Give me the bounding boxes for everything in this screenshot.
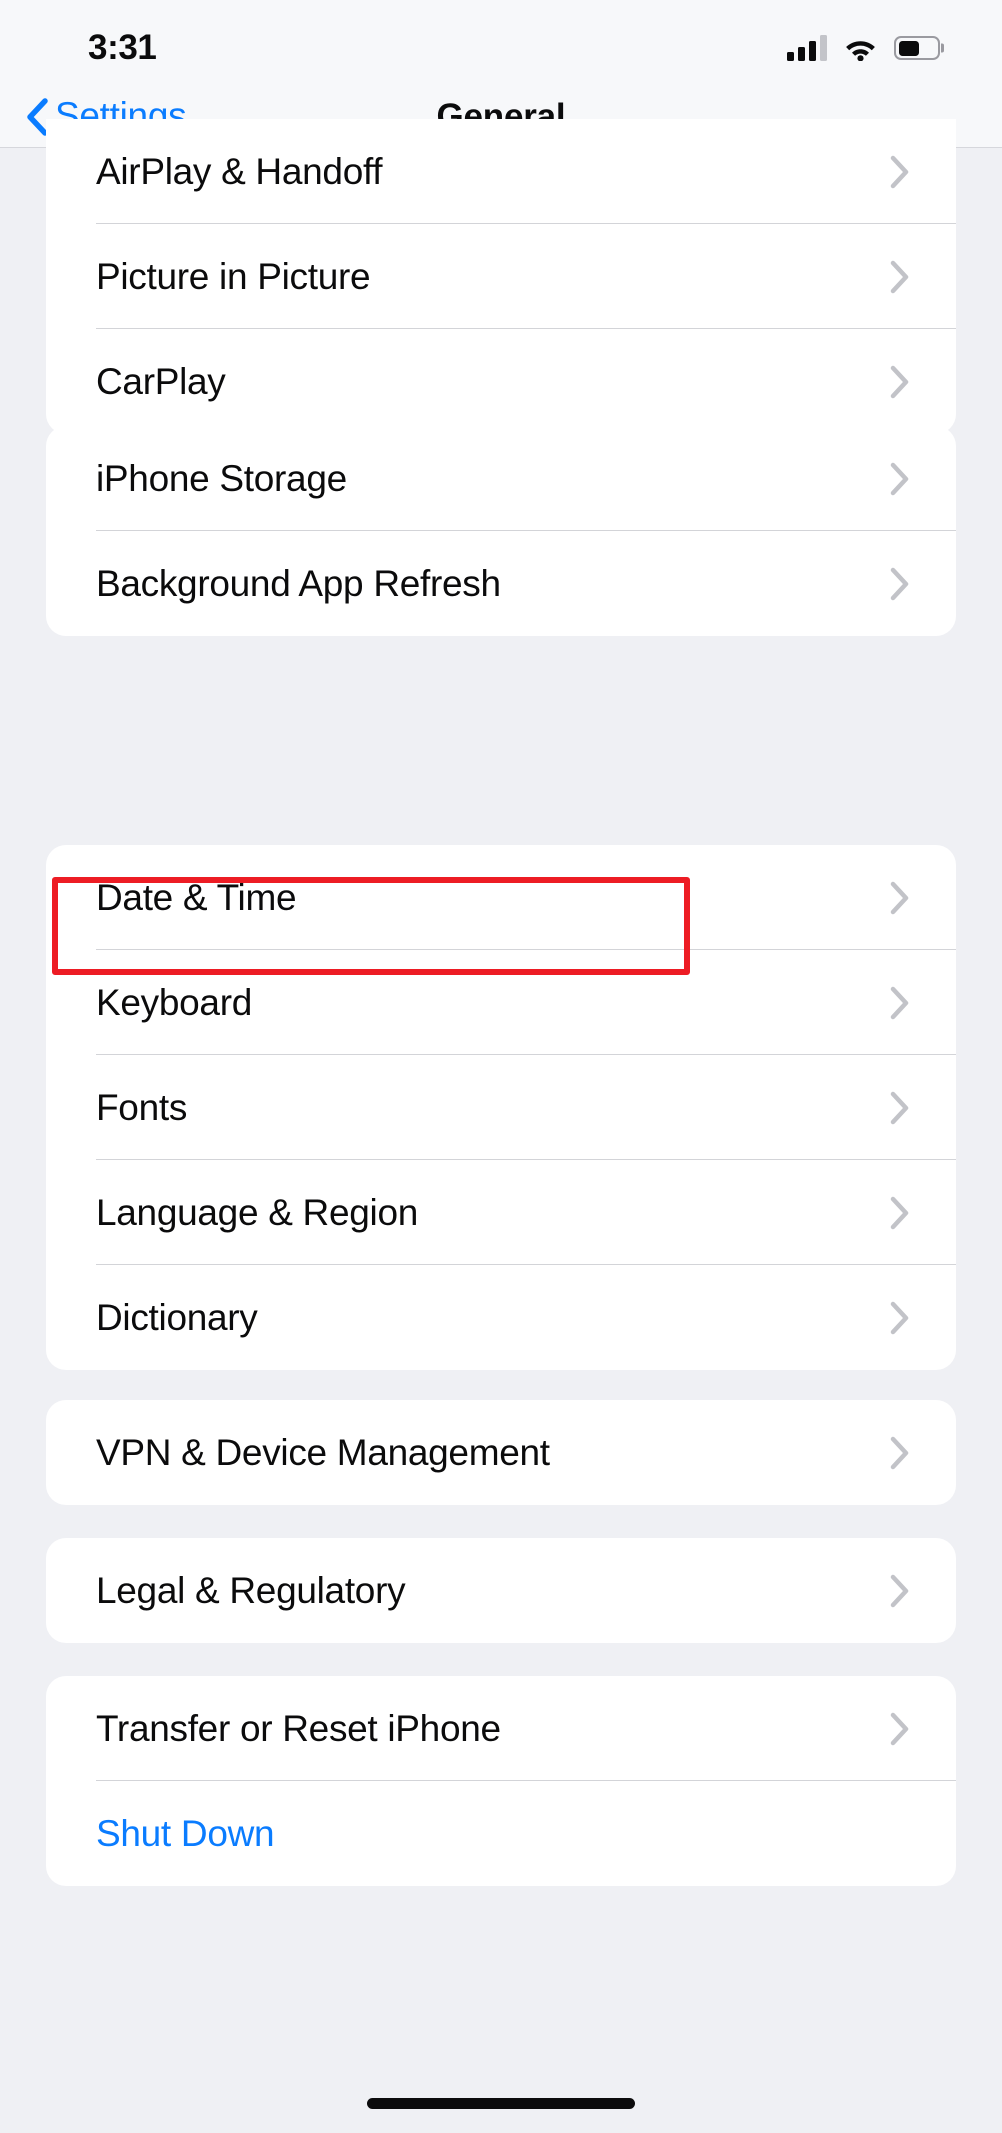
settings-row-label: Language & Region bbox=[96, 1191, 419, 1233]
settings-row-label: Fonts bbox=[96, 1086, 188, 1128]
settings-row[interactable]: Dictionary bbox=[46, 1265, 956, 1370]
status-bar-clock: 3:31 bbox=[88, 28, 157, 67]
settings-row[interactable]: Background App Refresh bbox=[46, 531, 956, 636]
settings-row[interactable]: Language & Region bbox=[46, 1160, 956, 1265]
vpn-group: VPN & Device Management bbox=[46, 1400, 956, 1505]
settings-row[interactable]: Transfer or Reset iPhone bbox=[46, 1676, 956, 1781]
settings-row-label: iPhone Storage bbox=[96, 457, 347, 499]
chevron-right-icon bbox=[890, 365, 910, 399]
settings-row[interactable]: Keyboard bbox=[46, 950, 956, 1055]
settings-row-label: Dictionary bbox=[96, 1296, 258, 1338]
settings-row-label: VPN & Device Management bbox=[96, 1431, 550, 1473]
settings-row-label: Picture in Picture bbox=[96, 255, 371, 297]
chevron-right-icon bbox=[890, 567, 910, 601]
system-preferences-group: Date & Time Keyboard Fonts Language & Regio… bbox=[46, 845, 956, 1370]
settings-row[interactable]: VPN & Device Management bbox=[46, 1400, 956, 1505]
chevron-right-icon bbox=[890, 1574, 910, 1608]
settings-row-label: Background App Refresh bbox=[96, 562, 501, 604]
settings-row-label: CarPlay bbox=[96, 360, 226, 402]
chevron-right-icon bbox=[890, 155, 910, 189]
chevron-right-icon bbox=[890, 881, 910, 915]
status-bar: 3:31 bbox=[0, 0, 1002, 86]
chevron-left-icon bbox=[26, 97, 48, 136]
legal-group: Legal & Regulatory bbox=[46, 1538, 956, 1643]
reset-group: Transfer or Reset iPhone Shut Down bbox=[46, 1676, 956, 1886]
iphone-settings-screen: 3:31 Settings General AirPlay & Handoff … bbox=[0, 0, 1002, 2133]
settings-row[interactable]: Shut Down bbox=[46, 1781, 956, 1886]
settings-row[interactable]: Fonts bbox=[46, 1055, 956, 1160]
settings-row-label: Legal & Regulatory bbox=[96, 1569, 406, 1611]
settings-row[interactable]: Date & Time bbox=[46, 845, 956, 950]
chevron-right-icon bbox=[890, 1301, 910, 1335]
storage-group: iPhone Storage Background App Refresh bbox=[46, 426, 956, 636]
chevron-right-icon bbox=[890, 1712, 910, 1746]
chevron-right-icon bbox=[890, 1196, 910, 1230]
chevron-right-icon bbox=[890, 260, 910, 294]
settings-row[interactable]: CarPlay bbox=[46, 329, 956, 434]
chevron-right-icon bbox=[890, 462, 910, 496]
settings-row-label: Shut Down bbox=[96, 1812, 275, 1854]
wifi-icon bbox=[844, 36, 877, 61]
settings-row-label: AirPlay & Handoff bbox=[96, 150, 383, 192]
chevron-right-icon bbox=[890, 986, 910, 1020]
settings-row-label: Transfer or Reset iPhone bbox=[96, 1707, 501, 1749]
settings-list[interactable]: AirPlay & Handoff Picture in Picture CarPl… bbox=[0, 119, 1002, 2133]
home-indicator bbox=[367, 2098, 635, 2109]
cellular-signal-icon bbox=[787, 35, 827, 61]
status-bar-icons bbox=[787, 25, 940, 61]
settings-row[interactable]: Picture in Picture bbox=[46, 224, 956, 329]
settings-row[interactable]: Legal & Regulatory bbox=[46, 1538, 956, 1643]
chevron-right-icon bbox=[890, 1091, 910, 1125]
chevron-right-icon bbox=[890, 1436, 910, 1470]
settings-row[interactable]: iPhone Storage bbox=[46, 426, 956, 531]
settings-row-label: Date & Time bbox=[96, 876, 297, 918]
settings-row-label: Keyboard bbox=[96, 981, 252, 1023]
settings-row[interactable]: AirPlay & Handoff bbox=[46, 119, 956, 224]
media-group: AirPlay & Handoff Picture in Picture CarPl… bbox=[46, 119, 956, 434]
battery-icon bbox=[894, 36, 940, 60]
